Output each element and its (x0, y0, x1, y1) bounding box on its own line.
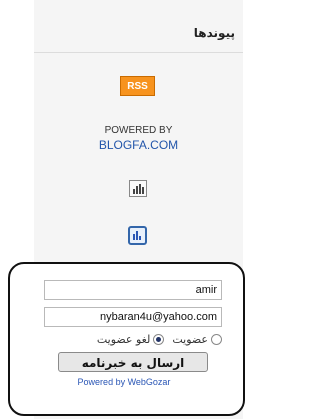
analytics-icon[interactable] (128, 226, 147, 245)
rss-button[interactable]: RSS (120, 76, 155, 96)
divider (34, 52, 243, 53)
blogfa-link[interactable]: BLOGFA.COM (34, 138, 243, 152)
name-input[interactable]: amir (44, 280, 222, 300)
leave-option[interactable]: لغو عضویت (97, 333, 165, 346)
webgozar-link[interactable]: Powered by WebGozar (44, 377, 204, 387)
join-radio[interactable] (211, 333, 222, 345)
email-input[interactable]: nybaran4u@yahoo.com (44, 307, 222, 327)
stats-counter-icon[interactable] (129, 180, 147, 197)
newsletter-submit-button[interactable]: ارسال به خبرنامه (58, 352, 208, 372)
powered-by-label: POWERED BY (104, 125, 173, 136)
join-option[interactable]: عضویت (172, 333, 222, 346)
links-section-title: پیوندها (193, 26, 235, 40)
leave-radio[interactable] (153, 333, 165, 345)
subscription-options: عضویت لغو عضویت (44, 331, 222, 347)
